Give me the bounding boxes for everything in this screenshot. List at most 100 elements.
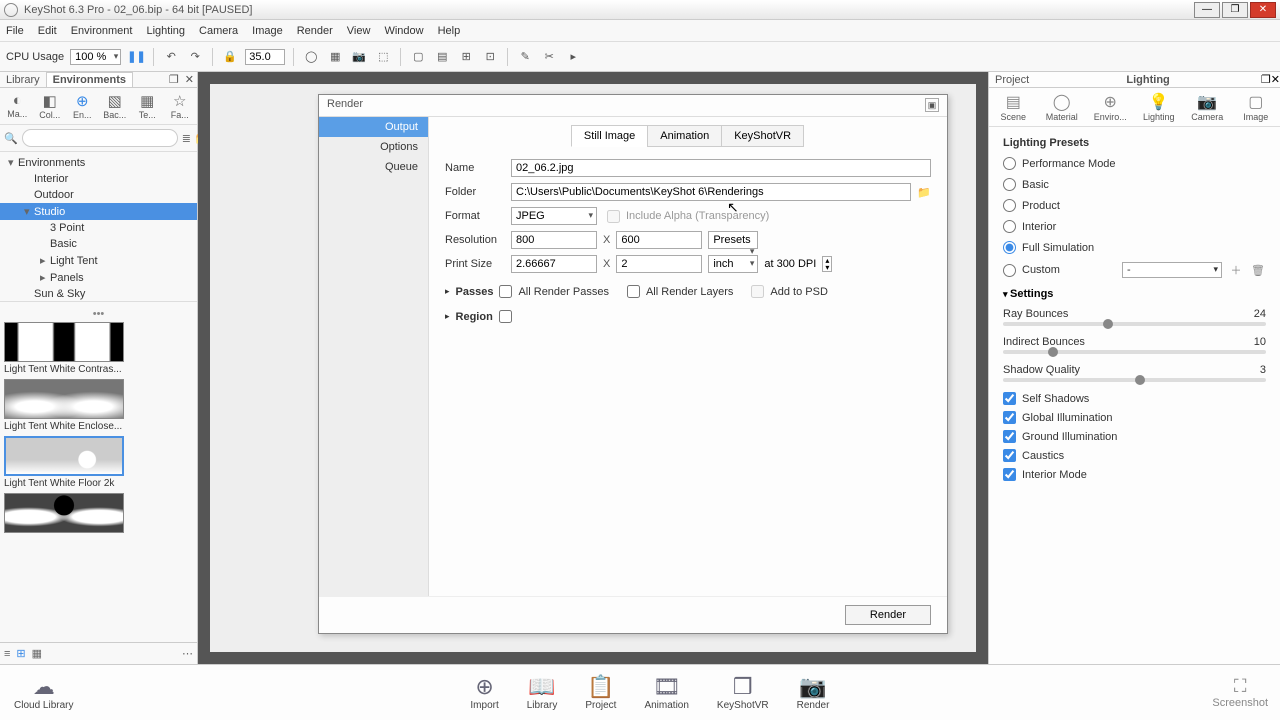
side-options[interactable]: Options — [319, 137, 428, 157]
menu-render[interactable]: Render — [297, 25, 333, 37]
tool-icon[interactable]: ⊡ — [481, 48, 499, 66]
delete-preset-icon[interactable]: 🗑 — [1250, 264, 1266, 277]
tool-icon[interactable]: ▢ — [409, 48, 427, 66]
undo-icon[interactable]: ↶ — [162, 48, 180, 66]
render-button-bottom[interactable]: 📷Render — [783, 674, 844, 711]
menu-image[interactable]: Image — [252, 25, 283, 37]
lib-backplates[interactable]: ▧Bac... — [100, 92, 131, 120]
global-illum-check[interactable] — [1003, 411, 1016, 424]
passes-header[interactable]: ▸ Passes All Render Passes All Render La… — [445, 285, 931, 298]
indirect-bounces-slider[interactable]: Indirect Bounces10 — [1003, 336, 1266, 354]
caustics-check[interactable] — [1003, 449, 1016, 462]
preset-full-simulation[interactable] — [1003, 241, 1016, 254]
close-panel-icon[interactable]: ✕ — [1271, 73, 1280, 86]
settings-header[interactable]: Settings — [1003, 288, 1266, 300]
tree-item[interactable]: ▸Panels — [0, 269, 197, 286]
print-height-field[interactable] — [616, 255, 702, 273]
lib-environments[interactable]: ⊕En... — [67, 92, 98, 120]
print-width-field[interactable] — [511, 255, 597, 273]
side-queue[interactable]: Queue — [319, 157, 428, 177]
browse-folder-icon[interactable]: 📁 — [917, 186, 931, 199]
fov-field[interactable]: 35.0 — [245, 49, 285, 65]
tab-animation[interactable]: Animation — [647, 125, 722, 147]
tool-icon[interactable]: ⊞ — [457, 48, 475, 66]
animation-button[interactable]: 🎞Animation — [630, 674, 702, 711]
all-passes-checkbox[interactable] — [499, 285, 512, 298]
format-select[interactable]: JPEG — [511, 207, 597, 225]
redo-icon[interactable]: ↷ — [186, 48, 204, 66]
preset-performance[interactable] — [1003, 157, 1016, 170]
preset-interior[interactable] — [1003, 220, 1016, 233]
thumbnail[interactable]: Light Tent White Contras... — [4, 322, 193, 375]
close-panel-icon[interactable]: ✕ — [182, 73, 197, 86]
maximize-button[interactable]: ❐ — [1222, 2, 1248, 18]
custom-preset-select[interactable]: - — [1122, 262, 1222, 278]
side-output[interactable]: Output — [319, 117, 428, 137]
screenshot-button[interactable]: ⛶Screenshot — [1212, 676, 1268, 709]
tool-icon[interactable]: ✂ — [540, 48, 558, 66]
shadow-quality-slider[interactable]: Shadow Quality3 — [1003, 364, 1266, 382]
library-button[interactable]: 📖Library — [513, 674, 572, 711]
proj-environment[interactable]: ⊕Enviro... — [1086, 88, 1135, 126]
thumbnail[interactable]: Light Tent White Enclose... — [4, 379, 193, 432]
tree-item[interactable]: Basic — [0, 236, 197, 252]
proj-image[interactable]: ▢Image — [1232, 88, 1280, 126]
tree-item[interactable]: Sun & Sky — [0, 286, 197, 302]
name-field[interactable] — [511, 159, 931, 177]
menu-edit[interactable]: Edit — [38, 25, 57, 37]
thumbnail-selected[interactable]: Light Tent White Floor 2k — [4, 436, 193, 489]
tree-item[interactable]: Interior — [0, 171, 197, 187]
dialog-close-icon[interactable]: ▣ — [925, 98, 939, 112]
tool-icon[interactable]: ✎ — [516, 48, 534, 66]
menu-lighting[interactable]: Lighting — [146, 25, 185, 37]
res-width-field[interactable] — [511, 231, 597, 249]
tree-item[interactable]: Outdoor — [0, 187, 197, 203]
menu-view[interactable]: View — [347, 25, 371, 37]
presets-select[interactable]: Presets — [708, 231, 758, 249]
alpha-checkbox[interactable] — [607, 210, 620, 223]
folder-field[interactable] — [511, 183, 911, 201]
preset-custom[interactable] — [1003, 264, 1016, 277]
tab-library[interactable]: Library — [0, 73, 46, 87]
add-preset-icon[interactable]: ＋ — [1228, 262, 1244, 278]
lib-textures[interactable]: ▦Te... — [132, 92, 163, 120]
preset-basic[interactable] — [1003, 178, 1016, 191]
tab-keyshotvr[interactable]: KeyShotVR — [721, 125, 804, 147]
tree-item[interactable]: 3 Point — [0, 220, 197, 236]
cpu-usage-combo[interactable]: 100 % — [70, 49, 121, 65]
ray-bounces-slider[interactable]: Ray Bounces24 — [1003, 308, 1266, 326]
tool-icon[interactable]: ⬚ — [374, 48, 392, 66]
view-grid-icon[interactable]: ⊞ — [16, 647, 25, 660]
add-psd-checkbox[interactable] — [751, 285, 764, 298]
minimize-button[interactable]: — — [1194, 2, 1220, 18]
keyshotvr-button[interactable]: ❒KeyShotVR — [703, 674, 783, 711]
project-button[interactable]: 📋Project — [571, 674, 630, 711]
proj-material[interactable]: ◯Material — [1038, 88, 1087, 126]
pause-icon[interactable]: ❚❚ — [127, 48, 145, 66]
search-input[interactable] — [22, 129, 178, 147]
tab-project[interactable]: Project — [989, 73, 1035, 87]
menu-window[interactable]: Window — [384, 25, 423, 37]
interior-mode-check[interactable] — [1003, 468, 1016, 481]
menu-environment[interactable]: Environment — [71, 25, 133, 37]
lib-colors[interactable]: ◧Col... — [35, 92, 66, 120]
res-height-field[interactable] — [616, 231, 702, 249]
dpi-stepper[interactable]: ▴▾ — [822, 256, 832, 272]
self-shadows-check[interactable] — [1003, 392, 1016, 405]
view-icon[interactable]: ▦ — [32, 647, 42, 660]
region-checkbox[interactable] — [499, 310, 512, 323]
import-button[interactable]: ⊕Import — [456, 674, 512, 711]
options-icon[interactable]: ⋯ — [182, 647, 193, 660]
menu-file[interactable]: File — [6, 25, 24, 37]
tab-environments[interactable]: Environments — [46, 72, 133, 87]
proj-scene[interactable]: ▤Scene — [989, 88, 1038, 126]
render-button[interactable]: Render — [845, 605, 931, 625]
tool-icon[interactable]: ▸ — [564, 48, 582, 66]
region-header[interactable]: ▸ Region — [445, 310, 931, 323]
menu-help[interactable]: Help — [438, 25, 461, 37]
view-list-icon[interactable]: ≡ — [4, 648, 10, 660]
preset-product[interactable] — [1003, 199, 1016, 212]
tool-icon[interactable]: ▤ — [433, 48, 451, 66]
menu-camera[interactable]: Camera — [199, 25, 238, 37]
filter-icon[interactable]: ≣ — [182, 132, 191, 145]
